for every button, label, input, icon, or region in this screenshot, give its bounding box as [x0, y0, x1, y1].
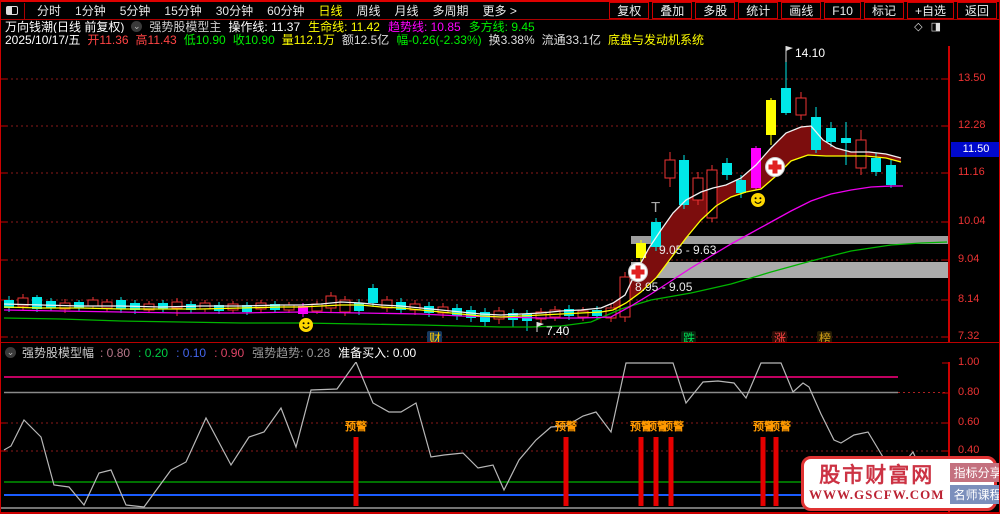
- sub-indicator-param: : 0.90: [214, 346, 244, 360]
- menu-item-1分钟[interactable]: 1分钟: [69, 2, 112, 19]
- menu-item-5分钟[interactable]: 5分钟: [114, 2, 157, 19]
- quote-field: 量112.1万: [282, 33, 335, 46]
- layout-icon[interactable]: [6, 6, 18, 15]
- info-row-2: 2025/10/17/五 开11.36 高11.43 低10.90 收10.90 量11…: [1, 33, 949, 46]
- main-chart[interactable]: 9.05 - 9.63 8.95 - 9.05 14.10 7.40 T 财 跌 涨 榜 13.…: [1, 46, 1000, 342]
- price-axis-label: 13.50: [950, 72, 996, 84]
- price-axis-label: 12.28: [950, 119, 996, 131]
- quote-field: 高11.43: [136, 33, 177, 46]
- toolbar-button-画线[interactable]: 画线: [781, 2, 821, 19]
- quote-field: 幅-0.26(-2.33%): [396, 33, 481, 46]
- sub-indicator-param: : 0.80: [100, 346, 130, 360]
- chevron-circle-icon[interactable]: ⌄: [5, 347, 16, 358]
- sub-indicator-param: 强势趋势: 0.28: [252, 346, 330, 360]
- menu-item-分时[interactable]: 分时: [31, 2, 67, 19]
- value-axis-label: 0.80: [950, 386, 996, 398]
- date-label: 2025/10/17/五: [5, 33, 80, 46]
- quote-field: 换3.38%: [489, 33, 535, 46]
- sub-indicator-header: ⌄ 强势股模型幅 : 0.80 : 0.20 : 0.10 : 0.90 强势趋势: 0…: [1, 342, 1000, 362]
- main-price-axis: 13.50 12.28 11.16 10.04 9.04 8.14 7.32 11.50: [949, 46, 1000, 342]
- quote-field: 底盘与发动机系统: [608, 33, 704, 46]
- info-row-1: 万向钱潮(日线 前复权) ⌄ 强势股模型主 操作线: 11.37 生命线: 11.…: [1, 20, 949, 33]
- svg-text:14.10: 14.10: [795, 46, 825, 60]
- topbar: 分时1分钟5分钟15分钟30分钟60分钟日线周线月线多周期更多 > 复权叠加多股…: [1, 0, 1000, 20]
- svg-text:预警: 预警: [662, 419, 684, 433]
- indicator-param: 操作线: 11.37: [228, 20, 300, 33]
- menu-item-60分钟[interactable]: 60分钟: [261, 2, 310, 19]
- toolbar-button-叠加[interactable]: 叠加: [652, 2, 692, 19]
- current-price-marker: 11.50: [951, 142, 1000, 157]
- svg-text:T: T: [651, 199, 660, 216]
- menu-item-日线[interactable]: 日线: [312, 2, 348, 19]
- divider: [24, 3, 25, 19]
- price-axis-label: 9.04: [950, 253, 996, 265]
- sub-indicator-params: : 0.80 : 0.20 : 0.10 : 0.90 强势趋势: 0.28 准备买入: …: [100, 344, 424, 361]
- watermark: 股市财富网 WWW.GSCFW.COM 指标分享 名师课程: [801, 456, 997, 511]
- quote-fields: 开11.36 高11.43 低10.90 收10.90 量112.1万额12.5亿幅-0…: [87, 33, 711, 46]
- window-icon[interactable]: ◨: [931, 20, 941, 33]
- indicator-name[interactable]: 强势股模型主: [149, 20, 221, 33]
- toolbar-button-返回[interactable]: 返回: [957, 2, 997, 19]
- app-window: 分时1分钟5分钟15分钟30分钟60分钟日线周线月线多周期更多 > 复权叠加多股…: [0, 0, 1000, 514]
- sub-indicator-param: : 0.20: [138, 346, 168, 360]
- toolbar-button-F10[interactable]: F10: [824, 2, 861, 19]
- period-menu: 分时1分钟5分钟15分钟30分钟60分钟日线周线月线多周期更多 >: [31, 2, 523, 19]
- value-axis-label: 0.60: [950, 416, 996, 428]
- toolbar-button-复权[interactable]: 复权: [609, 2, 649, 19]
- menu-item-更多 >[interactable]: 更多 >: [477, 2, 523, 19]
- toolbar-button-多股[interactable]: 多股: [695, 2, 735, 19]
- indicator-param: 生命线: 11.42: [308, 20, 380, 33]
- diamond-icon[interactable]: ◇: [914, 20, 922, 33]
- svg-text:涨: 涨: [774, 331, 786, 343]
- svg-text:9.05 - 9.63: 9.05 - 9.63: [659, 243, 717, 257]
- svg-text:财: 财: [429, 332, 441, 343]
- main-chart-canvas[interactable]: 9.05 - 9.63 8.95 - 9.05 14.10 7.40 T 财 跌 涨 榜: [1, 46, 949, 342]
- chevron-circle-icon[interactable]: ⌄: [131, 21, 142, 32]
- svg-text:预警: 预警: [345, 419, 367, 433]
- toolbar-button-统计[interactable]: 统计: [738, 2, 778, 19]
- svg-text:跌: 跌: [683, 331, 695, 343]
- sub-indicator-param: : 0.10: [176, 346, 206, 360]
- menu-item-月线[interactable]: 月线: [389, 2, 425, 19]
- menu-item-15分钟[interactable]: 15分钟: [158, 2, 207, 19]
- quote-field: 低10.90: [184, 33, 226, 46]
- watermark-tag-1: 指标分享: [950, 463, 1000, 482]
- watermark-url: WWW.GSCFW.COM: [809, 487, 945, 503]
- menu-item-30分钟[interactable]: 30分钟: [210, 2, 259, 19]
- svg-text:榜: 榜: [819, 331, 831, 343]
- indicator-param: 多方线: 9.45: [469, 20, 535, 33]
- svg-text:7.40: 7.40: [546, 324, 570, 338]
- watermark-tag-2: 名师课程: [950, 485, 1000, 504]
- toolbar-button-标记[interactable]: 标记: [864, 2, 904, 19]
- value-axis-label: 1.00: [950, 356, 996, 368]
- toolbar-button-+自选[interactable]: +自选: [907, 2, 954, 19]
- price-axis-label: 8.14: [950, 293, 996, 305]
- quote-field: 额12.5亿: [342, 33, 389, 46]
- price-axis-label: 7.32: [950, 330, 996, 342]
- svg-text:8.95 - 9.05: 8.95 - 9.05: [635, 280, 693, 294]
- quote-field: 流通33.1亿: [542, 33, 601, 46]
- quote-field: 开11.36: [87, 33, 128, 46]
- price-axis-label: 11.16: [950, 166, 996, 178]
- quote-field: 收10.90: [233, 33, 275, 46]
- toolbar-buttons: 复权叠加多股统计画线F10标记+自选返回: [606, 2, 997, 19]
- menu-item-周线[interactable]: 周线: [350, 2, 386, 19]
- price-axis-label: 10.04: [950, 215, 996, 227]
- watermark-title: 股市财富网: [809, 464, 945, 487]
- svg-text:预警: 预警: [769, 419, 791, 433]
- sub-indicator-param: 准备买入: 0.00: [338, 346, 416, 360]
- menu-item-多周期[interactable]: 多周期: [427, 2, 475, 19]
- indicator-param: 趋势线: 10.85: [388, 20, 461, 33]
- svg-text:预警: 预警: [555, 419, 577, 433]
- value-axis-label: 0.40: [950, 444, 996, 456]
- indicator-params: 操作线: 11.37 生命线: 11.42 趋势线: 10.85 多方线: 9.45: [228, 20, 542, 33]
- sub-indicator-name[interactable]: 强势股模型幅: [22, 344, 94, 361]
- stock-title: 万向钱潮(日线 前复权): [5, 20, 124, 33]
